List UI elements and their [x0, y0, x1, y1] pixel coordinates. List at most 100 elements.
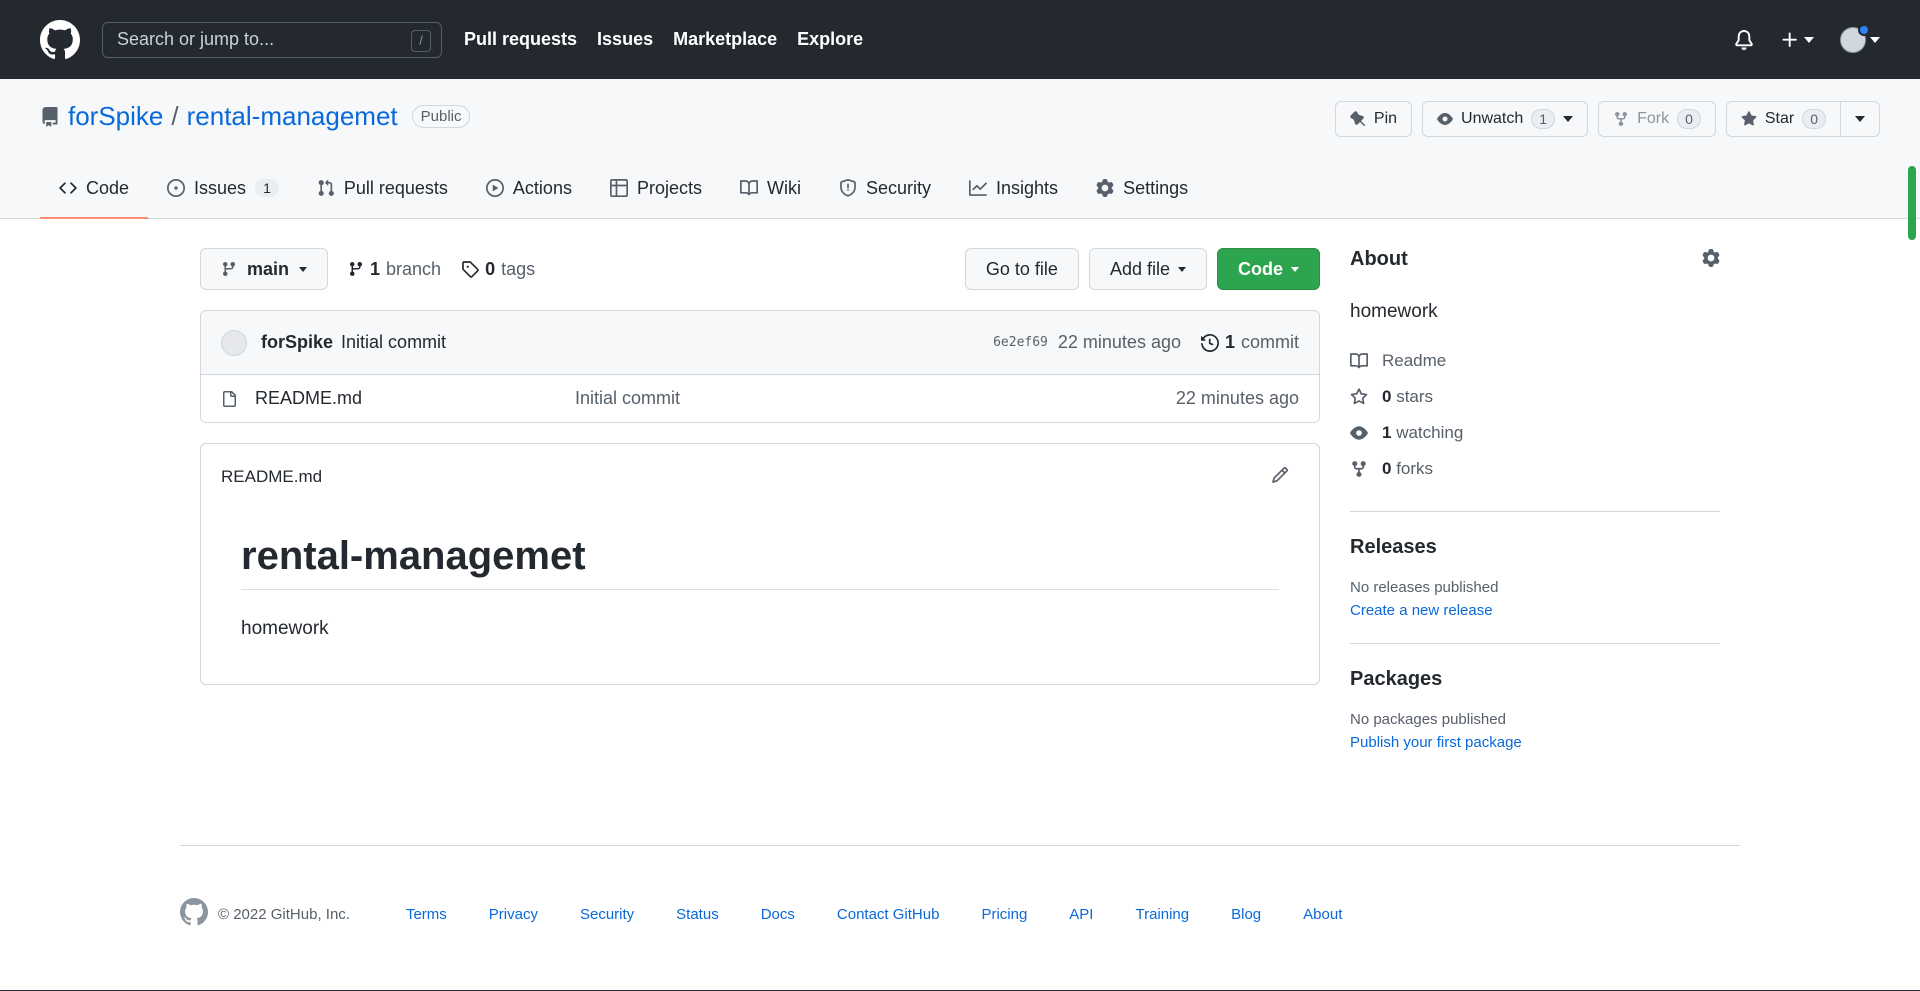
footer-link-blog[interactable]: Blog: [1231, 906, 1261, 923]
github-logo-icon[interactable]: [40, 19, 80, 60]
user-menu-button[interactable]: [1840, 23, 1880, 53]
scrollbar-thumb[interactable]: [1908, 166, 1916, 240]
footer-link-privacy[interactable]: Privacy: [489, 906, 538, 923]
tab-actions[interactable]: Actions: [467, 159, 591, 219]
watchers-link[interactable]: 1 watching: [1350, 415, 1720, 451]
footer-link-pricing[interactable]: Pricing: [981, 906, 1027, 923]
star-list-dropdown[interactable]: [1841, 101, 1880, 137]
branch-name: main: [247, 258, 290, 279]
repo-name-link[interactable]: rental-managemet: [187, 101, 398, 132]
nav-issues[interactable]: Issues: [597, 29, 653, 50]
tab-code[interactable]: Code: [40, 159, 149, 219]
nav-explore[interactable]: Explore: [797, 29, 863, 50]
footer-copyright: © 2022 GitHub, Inc.: [218, 905, 350, 923]
pull-request-icon: [318, 179, 334, 196]
tab-settings[interactable]: Settings: [1077, 159, 1207, 219]
tab-actions-label: Actions: [512, 177, 572, 198]
branch-select-button[interactable]: main: [200, 248, 329, 290]
divider: [1350, 511, 1720, 512]
fork-count: 0: [1677, 109, 1701, 129]
file-toolbar: main 1 branch 0 tags Go to file Add file…: [200, 248, 1320, 290]
create-release-link[interactable]: Create a new release: [1350, 602, 1720, 619]
tab-settings-label: Settings: [1123, 177, 1189, 198]
plus-icon: [1782, 32, 1797, 47]
github-mark-icon[interactable]: [180, 898, 208, 930]
publish-package-link[interactable]: Publish your first package: [1350, 734, 1720, 751]
branch-count: 1: [370, 258, 381, 279]
list-item[interactable]: README.md Initial commit 22 minutes ago: [201, 375, 1319, 422]
main-content: main 1 branch 0 tags Go to file Add file…: [200, 248, 1320, 685]
notifications-bell-icon[interactable]: [1734, 29, 1754, 50]
tag-word: tags: [501, 258, 536, 279]
star-button[interactable]: Star 0: [1725, 101, 1841, 137]
tab-security[interactable]: Security: [820, 159, 950, 219]
footer-link-docs[interactable]: Docs: [761, 906, 795, 923]
file-commit-message-link[interactable]: Initial commit: [575, 388, 680, 409]
repo-description: homework: [1350, 301, 1438, 322]
repo-path-separator: /: [171, 101, 179, 131]
add-file-button[interactable]: Add file: [1088, 248, 1207, 290]
chevron-down-icon: [1855, 116, 1865, 122]
unwatch-button[interactable]: Unwatch 1: [1422, 101, 1589, 137]
tab-projects[interactable]: Projects: [591, 159, 721, 219]
readme-link[interactable]: Readme: [1350, 343, 1720, 379]
stars-link[interactable]: 0 stars: [1350, 379, 1720, 415]
readme-filename-link[interactable]: README.md: [221, 467, 322, 487]
packages-title[interactable]: Packages: [1350, 668, 1720, 691]
readme-header: README.md: [201, 444, 1319, 510]
tab-issues[interactable]: Issues 1: [148, 159, 298, 219]
repo-icon: [42, 106, 58, 127]
shield-icon: [840, 179, 856, 197]
footer-link-about[interactable]: About: [1303, 906, 1342, 923]
chevron-down-icon: [1804, 36, 1814, 43]
unwatch-label: Unwatch: [1461, 110, 1524, 127]
pin-button[interactable]: Pin: [1334, 101, 1413, 137]
footer-link-status[interactable]: Status: [676, 906, 719, 923]
create-new-button[interactable]: [1780, 30, 1814, 50]
readme-heading: rental-managemet: [241, 534, 1279, 590]
commit-meta: 6e2ef69 22 minutes ago 1 commit: [993, 332, 1299, 353]
branches-link[interactable]: 1 branch: [348, 259, 441, 280]
nav-pull-requests[interactable]: Pull requests: [464, 29, 577, 50]
edit-pencil-icon[interactable]: [1271, 466, 1289, 489]
search-input[interactable]: Search or jump to... /: [102, 21, 442, 58]
eye-icon: [1437, 113, 1453, 125]
toolbar-actions: Go to file Add file Code: [964, 248, 1320, 290]
star-label: Star: [1764, 110, 1795, 127]
commit-message-link[interactable]: Initial commit: [341, 332, 446, 353]
nav-marketplace[interactable]: Marketplace: [673, 29, 777, 50]
commit-author-link[interactable]: forSpike: [261, 332, 333, 353]
gear-icon[interactable]: [1702, 249, 1720, 270]
issues-count: 1: [255, 179, 279, 197]
star-count: 0: [1802, 109, 1826, 129]
file-age: 22 minutes ago: [1175, 388, 1299, 408]
forks-link[interactable]: 0 forks: [1350, 451, 1720, 487]
packages-empty-text: No packages published: [1350, 711, 1506, 728]
tab-wiki[interactable]: Wiki: [721, 159, 820, 219]
code-button[interactable]: Code: [1217, 248, 1320, 290]
repo-owner-link[interactable]: forSpike: [68, 101, 163, 132]
chevron-down-icon: [1291, 266, 1299, 272]
book-icon: [1350, 353, 1368, 369]
commit-sha-link[interactable]: 6e2ef69: [993, 335, 1048, 350]
tags-link[interactable]: 0 tags: [461, 259, 535, 280]
footer-link-terms[interactable]: Terms: [406, 906, 447, 923]
releases-title[interactable]: Releases: [1350, 536, 1720, 559]
fork-button[interactable]: Fork 0: [1598, 101, 1716, 137]
footer-link-api[interactable]: API: [1069, 906, 1093, 923]
footer-link-training[interactable]: Training: [1135, 906, 1189, 923]
pin-label: Pin: [1373, 110, 1398, 127]
divider: [1350, 643, 1720, 644]
go-to-file-button[interactable]: Go to file: [964, 248, 1079, 290]
tab-pull-requests[interactable]: Pull requests: [298, 159, 467, 219]
header-actions: [1734, 0, 1880, 79]
footer-link-security[interactable]: Security: [580, 906, 634, 923]
tab-security-label: Security: [865, 177, 932, 198]
fork-label: Fork: [1637, 110, 1670, 127]
tab-insights[interactable]: Insights: [950, 159, 1077, 219]
file-name-link[interactable]: README.md: [255, 388, 575, 409]
avatar[interactable]: [221, 329, 247, 356]
commit-history-link[interactable]: 1 commit: [1200, 332, 1299, 353]
footer-link-contact[interactable]: Contact GitHub: [837, 906, 940, 923]
branch-icon: [350, 262, 363, 277]
